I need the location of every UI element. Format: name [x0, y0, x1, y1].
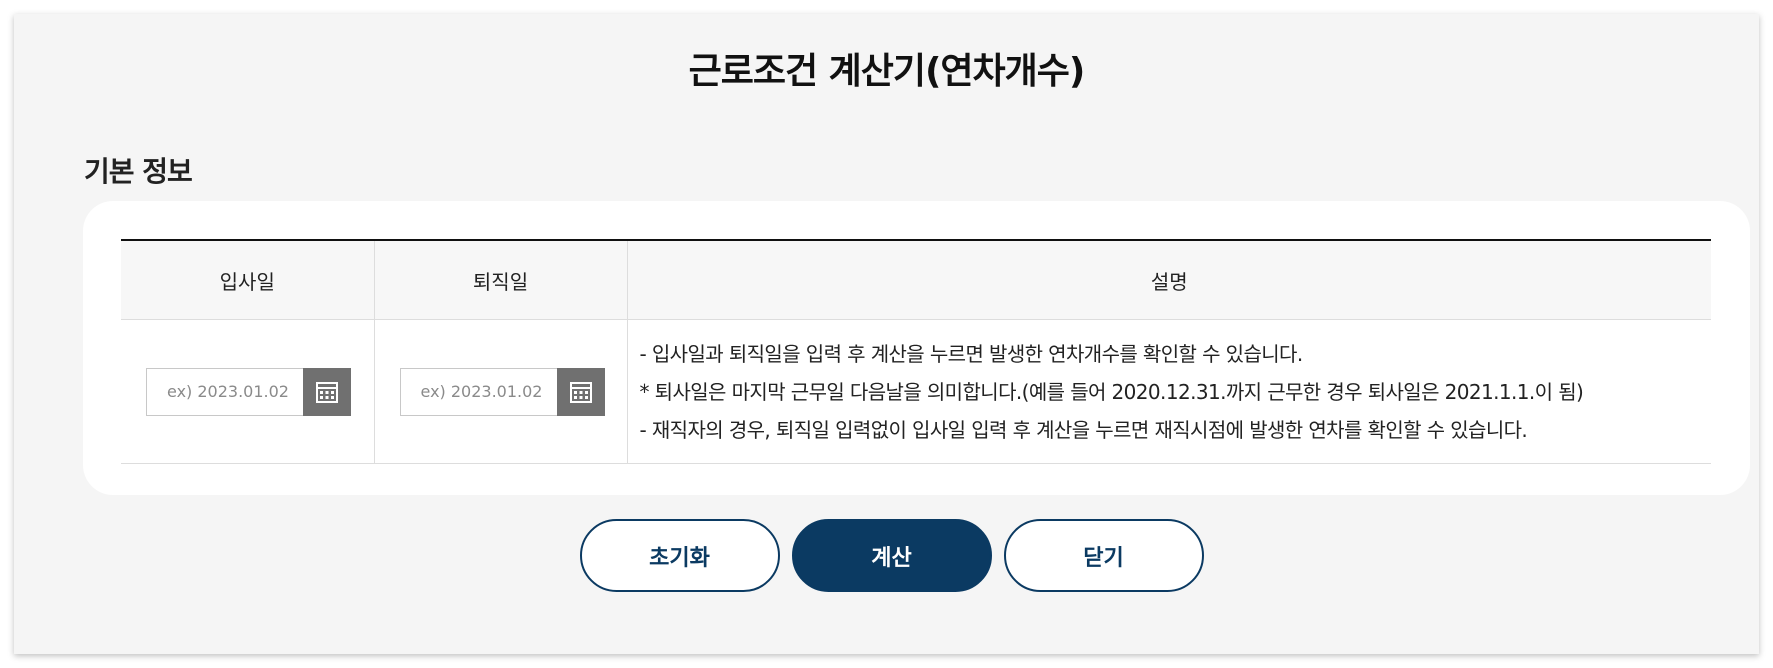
hire-date-calendar-button[interactable]	[303, 367, 351, 416]
description-cell: - 입사일과 퇴직일을 입력 후 계산을 누르면 발생한 연차개수를 확인할 수…	[627, 319, 1711, 464]
section-title: 기본 정보	[84, 155, 193, 188]
description-line: * 퇴사일은 마지막 근무일 다음날을 의미합니다.(예를 들어 2020.12…	[639, 379, 1584, 404]
action-buttons: 초기화 계산 닫기	[14, 519, 1759, 592]
hire-date-cell	[121, 319, 375, 464]
leave-date-input[interactable]	[400, 368, 557, 415]
table-row: - 입사일과 퇴직일을 입력 후 계산을 누르면 발생한 연차개수를 확인할 수…	[121, 319, 1711, 464]
header-hire-date: 입사일	[121, 240, 375, 320]
calculate-button[interactable]: 계산	[791, 519, 992, 592]
calendar-icon	[569, 381, 592, 403]
calendar-icon	[316, 381, 338, 403]
description-line: - 입사일과 퇴직일을 입력 후 계산을 누르면 발생한 연차개수를 확인할 수…	[639, 341, 1304, 366]
hire-date-field	[146, 367, 351, 416]
header-description: 설명	[627, 240, 1711, 320]
leave-date-field	[399, 367, 605, 416]
basic-info-card: 입사일 퇴직일 설명 ex) 2023.01.02 ex) 2023.01.02…	[83, 201, 1750, 495]
calculator-panel: 근로조건 계산기(연차개수) 기본 정보 입사일 퇴직일 설명 ex) 2023…	[14, 14, 1759, 654]
basic-info-table: 입사일 퇴직일 설명 ex) 2023.01.02 ex) 2023.01.02…	[121, 239, 1711, 464]
hire-date-input[interactable]	[147, 368, 303, 415]
leave-date-cell	[374, 319, 628, 464]
table-header-row: 입사일 퇴직일 설명	[121, 240, 1711, 320]
leave-date-calendar-button[interactable]	[556, 367, 605, 416]
header-leave-date: 퇴직일	[374, 240, 628, 320]
reset-button[interactable]: 초기화	[579, 519, 780, 592]
close-button[interactable]: 닫기	[1003, 519, 1204, 592]
page-title: 근로조건 계산기(연차개수)	[688, 51, 1086, 92]
description-line: - 재직자의 경우, 퇴직일 입력없이 입사일 입력 후 계산을 누르면 재직시…	[639, 417, 1528, 442]
